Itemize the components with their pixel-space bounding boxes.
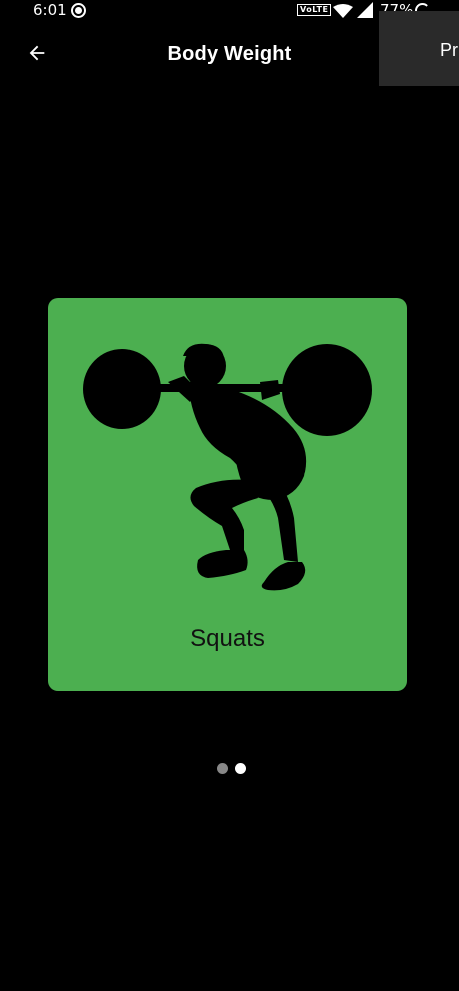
squat-silhouette-image: [83, 343, 372, 591]
record-icon: [71, 3, 86, 18]
volte-badge: VoLTE: [297, 4, 332, 16]
wifi-icon: [333, 3, 353, 22]
screen: 6:01 VoLTE 77% Body Weight Pr Squats: [0, 0, 459, 991]
status-time: 6:01: [33, 1, 67, 19]
overflow-menu: Pr: [379, 11, 459, 86]
overflow-menu-clip: Pr: [379, 11, 459, 86]
overflow-menu-item[interactable]: Pr: [440, 40, 458, 61]
pager-dot-1[interactable]: [217, 763, 228, 774]
pager-indicator: [216, 763, 256, 775]
pager-dot-2-active[interactable]: [235, 763, 246, 774]
exercise-label: Squats: [190, 625, 265, 652]
exercise-card[interactable]: Squats: [48, 298, 407, 691]
signal-icon: [357, 2, 375, 22]
